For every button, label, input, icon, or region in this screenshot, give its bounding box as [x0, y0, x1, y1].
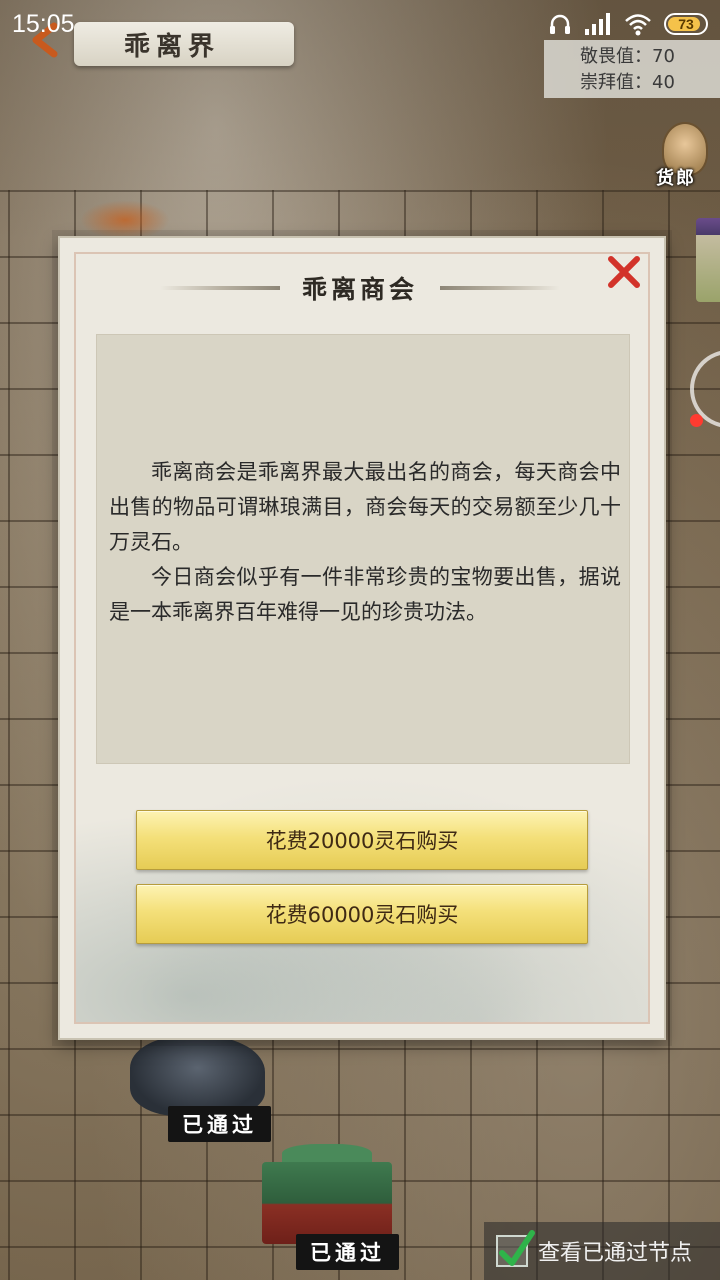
buy-20000-button[interactable]: 花费20000灵石购买 [136, 810, 588, 870]
map-node-palace[interactable] [252, 1144, 402, 1244]
map-node-rock[interactable] [130, 1036, 270, 1116]
rock-icon [130, 1036, 265, 1116]
passed-tag: 已通过 [296, 1234, 399, 1270]
map-lava-spot [80, 200, 170, 240]
status-icons: 73 [548, 10, 708, 38]
dialog-title: 乖离商会 [301, 275, 418, 304]
buy-60000-button[interactable]: 花费60000灵石购买 [136, 884, 588, 944]
dialog-content: 乖离商会是乖离界最大最出名的商会，每天商会中出售的物品可谓琳琅满目，商会每天的交… [96, 334, 630, 764]
side-scroll-icon[interactable] [696, 218, 720, 302]
wifi-icon [624, 12, 652, 36]
merchant-guild-dialog: 乖离商会 乖离商会是乖离界最大最出名的商会，每天商会中出售的物品可谓琳琅满目，商… [58, 236, 666, 1040]
game-screen: 15:05 73 乖离界 敬畏值：70 崇拜值：40 货郎 已通过 已通过 查看… [0, 0, 720, 1280]
close-button[interactable] [604, 254, 644, 294]
status-time: 15:05 [12, 10, 75, 38]
view-passed-label: 查看已通过节点 [538, 1241, 693, 1266]
title-ornament-left [160, 286, 280, 290]
merchant-button[interactable]: 货郎 [650, 120, 714, 192]
battery-level: 73 [678, 16, 694, 32]
close-icon [606, 254, 642, 294]
view-passed-toggle[interactable]: 查看已通过节点 [484, 1222, 720, 1280]
dialog-paragraph: 乖离商会是乖离界最大最出名的商会，每天商会中出售的物品可谓琳琅满目，商会每天的交… [109, 460, 621, 554]
worship-value: 崇拜值：40 [580, 72, 675, 93]
title-ornament-right [440, 286, 560, 290]
palace-icon [262, 1162, 392, 1244]
merchant-label: 货郎 [656, 168, 696, 189]
passed-tag: 已通过 [168, 1106, 271, 1142]
battery-icon: 73 [664, 13, 708, 35]
signal-icon [584, 12, 612, 36]
notification-dot [690, 414, 703, 427]
dialog-text: 乖离商会是乖离界最大最出名的商会，每天商会中出售的物品可谓琳琅满目，商会每天的交… [109, 455, 621, 630]
dialog-paragraph: 今日商会似乎有一件非常珍贵的宝物要出售，据说是一本乖离界百年难得一见的珍贵功法。 [109, 565, 621, 624]
status-bar: 15:05 73 [0, 0, 720, 52]
dialog-title-bar: 乖离商会 [160, 270, 560, 306]
checkbox[interactable] [496, 1230, 535, 1267]
headphones-icon [548, 12, 572, 36]
check-icon [499, 1230, 535, 1266]
